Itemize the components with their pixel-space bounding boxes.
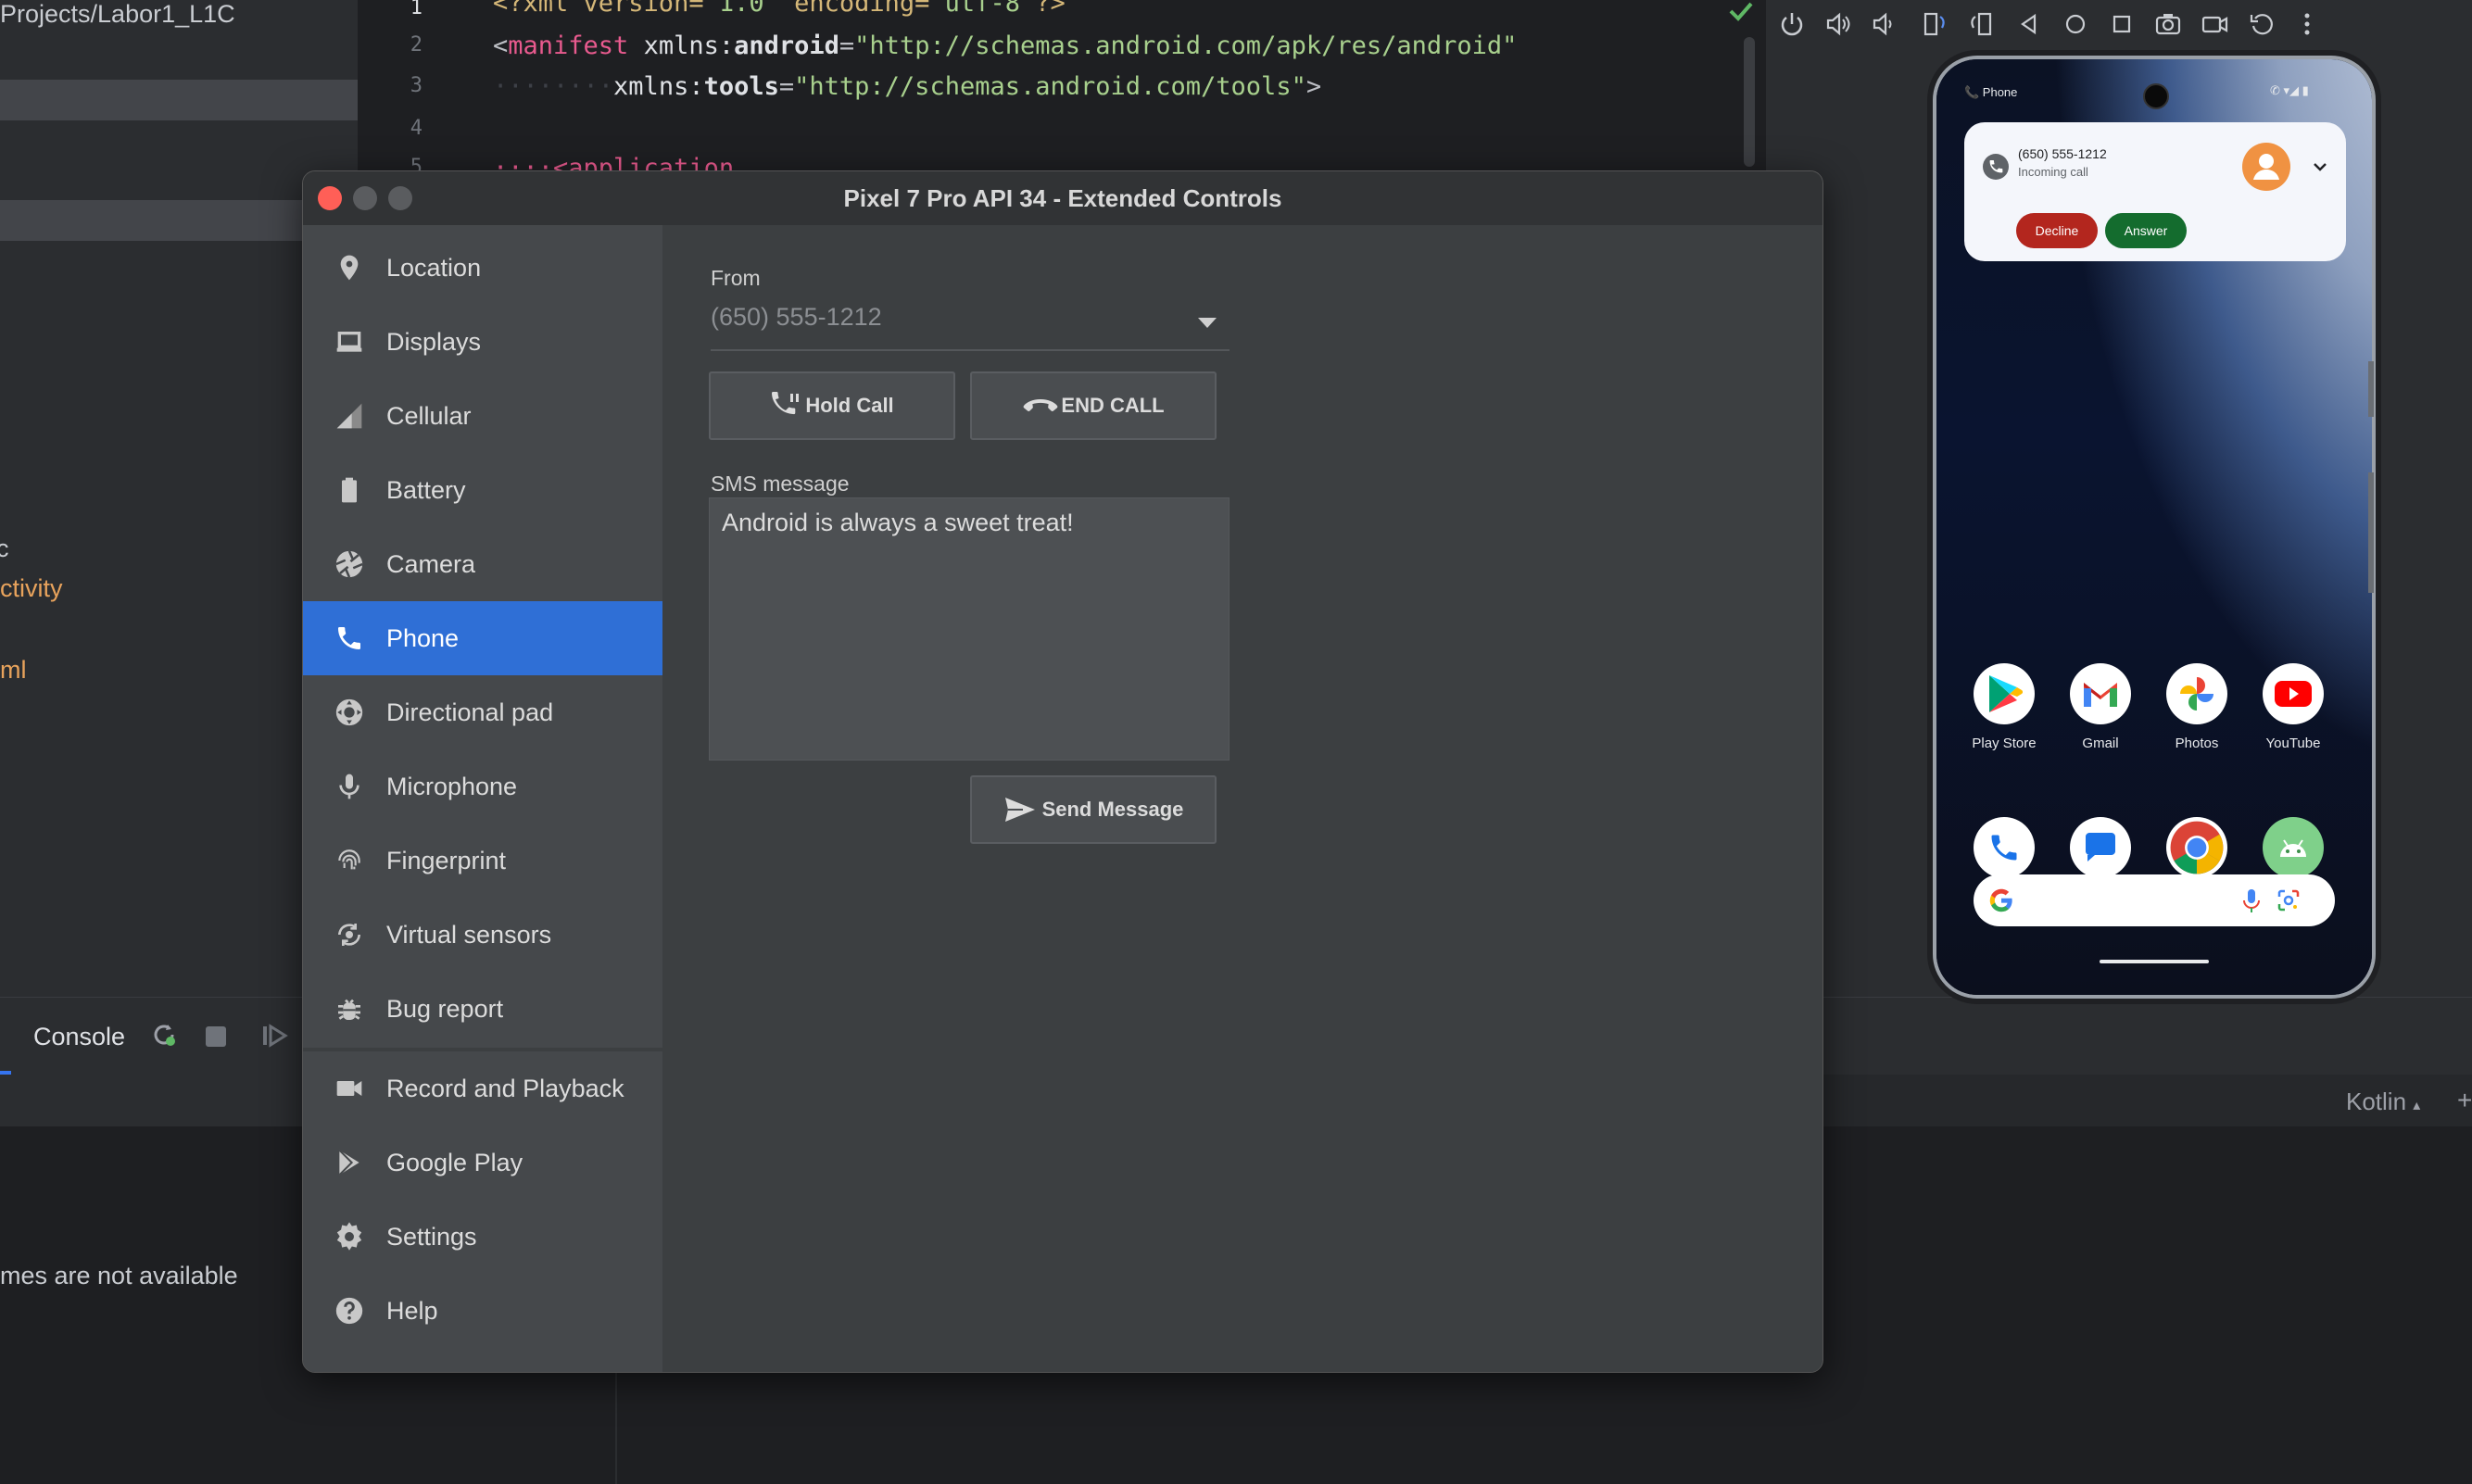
phone-hold-icon xyxy=(772,392,800,415)
app-label: Gmail xyxy=(2082,736,2119,751)
device-screen[interactable]: 📞 Phone ✆ ▾◢ ▮ (650) 555-1212 Incoming c… xyxy=(1933,56,2376,999)
power-icon[interactable] xyxy=(1777,9,1807,39)
add-icon[interactable]: + xyxy=(2457,1086,2472,1115)
screenshot-icon[interactable] xyxy=(2153,9,2183,39)
send-message-label: Send Message xyxy=(1041,798,1184,821)
caller-avatar xyxy=(2242,143,2290,191)
rerun-debug-icon[interactable] xyxy=(150,1021,178,1049)
send-icon xyxy=(1004,798,1035,822)
code-line-3: ········xmlns:tools="http://schemas.andr… xyxy=(493,72,1322,101)
ide-tool-strip xyxy=(1822,997,2472,1077)
send-message-button[interactable]: Send Message xyxy=(970,775,1217,844)
answer-call-button[interactable]: Answer xyxy=(2105,213,2187,248)
gmail-app-icon[interactable] xyxy=(2070,663,2131,724)
google-g-icon xyxy=(1989,888,2012,912)
youtube-app-icon[interactable] xyxy=(2263,663,2324,724)
sms-label: SMS message xyxy=(711,472,850,496)
stop-icon[interactable] xyxy=(206,1026,226,1047)
line-number: 2 xyxy=(410,33,423,57)
decline-call-button[interactable]: Decline xyxy=(2016,213,2098,248)
tree-item-manifest[interactable]: ml xyxy=(0,656,27,685)
emulator-toolbar xyxy=(1766,0,2472,52)
extended-controls-window: Pixel 7 Pro API 34 - Extended Controls L… xyxy=(302,170,1823,1373)
code-line-1: <?xml version="1.0" encoding="utf-8"?> xyxy=(493,0,1066,18)
play-store-app-icon[interactable] xyxy=(1974,663,2035,724)
from-number-field[interactable]: (650) 555-1212 xyxy=(711,303,882,332)
volume-down-icon[interactable] xyxy=(1870,9,1899,39)
chrome-app-icon[interactable] xyxy=(2166,817,2227,878)
screen-record-icon[interactable] xyxy=(2200,9,2229,39)
editor-gutter: 1 2 3 4 5 xyxy=(358,0,487,179)
hold-call-button[interactable]: Hold Call xyxy=(709,371,955,440)
incoming-call-notification[interactable]: (650) 555-1212 Incoming call Decline Ans… xyxy=(1964,122,2346,261)
end-call-button[interactable]: END CALL xyxy=(970,371,1217,440)
check-icon xyxy=(1729,2,1753,21)
back-icon[interactable] xyxy=(2014,9,2044,39)
front-camera xyxy=(2143,83,2169,109)
code-line-2: <manifest xmlns:android="http://schemas.… xyxy=(493,31,1518,60)
status-bar-icons: ✆ ▾◢ ▮ xyxy=(2270,83,2309,97)
microphone-icon[interactable] xyxy=(2242,887,2261,913)
app-label: Play Store xyxy=(1972,736,2037,751)
from-label: From xyxy=(711,266,761,290)
rotate-left-icon[interactable] xyxy=(1920,9,1949,39)
line-number: 3 xyxy=(410,74,423,97)
status-bar-app: 📞 Phone xyxy=(1964,85,2018,99)
snapshot-icon[interactable] xyxy=(2248,9,2277,39)
phone-controls-panel: From (650) 555-1212 Hold Call END CALL S… xyxy=(303,171,1822,1372)
volume-up-icon[interactable] xyxy=(1823,9,1853,39)
more-options-icon[interactable] xyxy=(2292,9,2322,39)
project-path[interactable]: Projects/Labor1_L1C xyxy=(0,0,235,29)
phone-icon xyxy=(1983,154,2009,180)
resume-icon[interactable] xyxy=(261,1023,291,1049)
rotate-right-icon[interactable] xyxy=(1966,9,1996,39)
phone-app-icon[interactable] xyxy=(1974,817,2035,878)
app-label: Photos xyxy=(2175,736,2219,751)
photos-app-icon[interactable] xyxy=(2166,663,2227,724)
google-lens-icon[interactable] xyxy=(2276,887,2302,913)
google-search-bar[interactable] xyxy=(1974,874,2335,926)
app-label: YouTube xyxy=(2265,736,2321,751)
device-power-button[interactable] xyxy=(2368,361,2374,417)
caller-number: (650) 555-1212 xyxy=(2018,146,2107,161)
call-end-icon xyxy=(1023,399,1058,411)
android-app-icon[interactable] xyxy=(2263,817,2324,878)
messages-app-icon[interactable] xyxy=(2070,817,2131,878)
frames-unavailable-message: mes are not available xyxy=(0,1262,238,1289)
chevron-down-icon[interactable] xyxy=(1198,318,1217,328)
tree-item-activity[interactable]: ctivity xyxy=(0,574,63,603)
line-number: 4 xyxy=(410,117,423,140)
editor-scrollbar[interactable] xyxy=(1744,37,1755,167)
overview-icon[interactable] xyxy=(2107,9,2137,39)
tree-item[interactable]: c xyxy=(0,534,9,563)
expand-icon[interactable] xyxy=(2309,156,2331,178)
tab-active-indicator xyxy=(0,1071,11,1075)
tab-console[interactable]: Console xyxy=(33,1023,125,1051)
tree-selection-row[interactable] xyxy=(0,80,358,120)
sms-message-text: Android is always a sweet treat! xyxy=(722,509,1074,536)
end-call-label: END CALL xyxy=(1061,394,1165,417)
device-volume-rocker[interactable] xyxy=(2368,472,2374,593)
gesture-navigation-bar[interactable] xyxy=(2100,960,2209,963)
hold-call-label: Hold Call xyxy=(805,394,894,417)
line-number: 1 xyxy=(410,0,423,19)
language-selector[interactable]: Kotlin ▴ xyxy=(2346,1088,2420,1116)
call-status: Incoming call xyxy=(2018,165,2088,179)
home-icon[interactable] xyxy=(2061,9,2090,39)
from-field-underline xyxy=(711,349,1230,351)
